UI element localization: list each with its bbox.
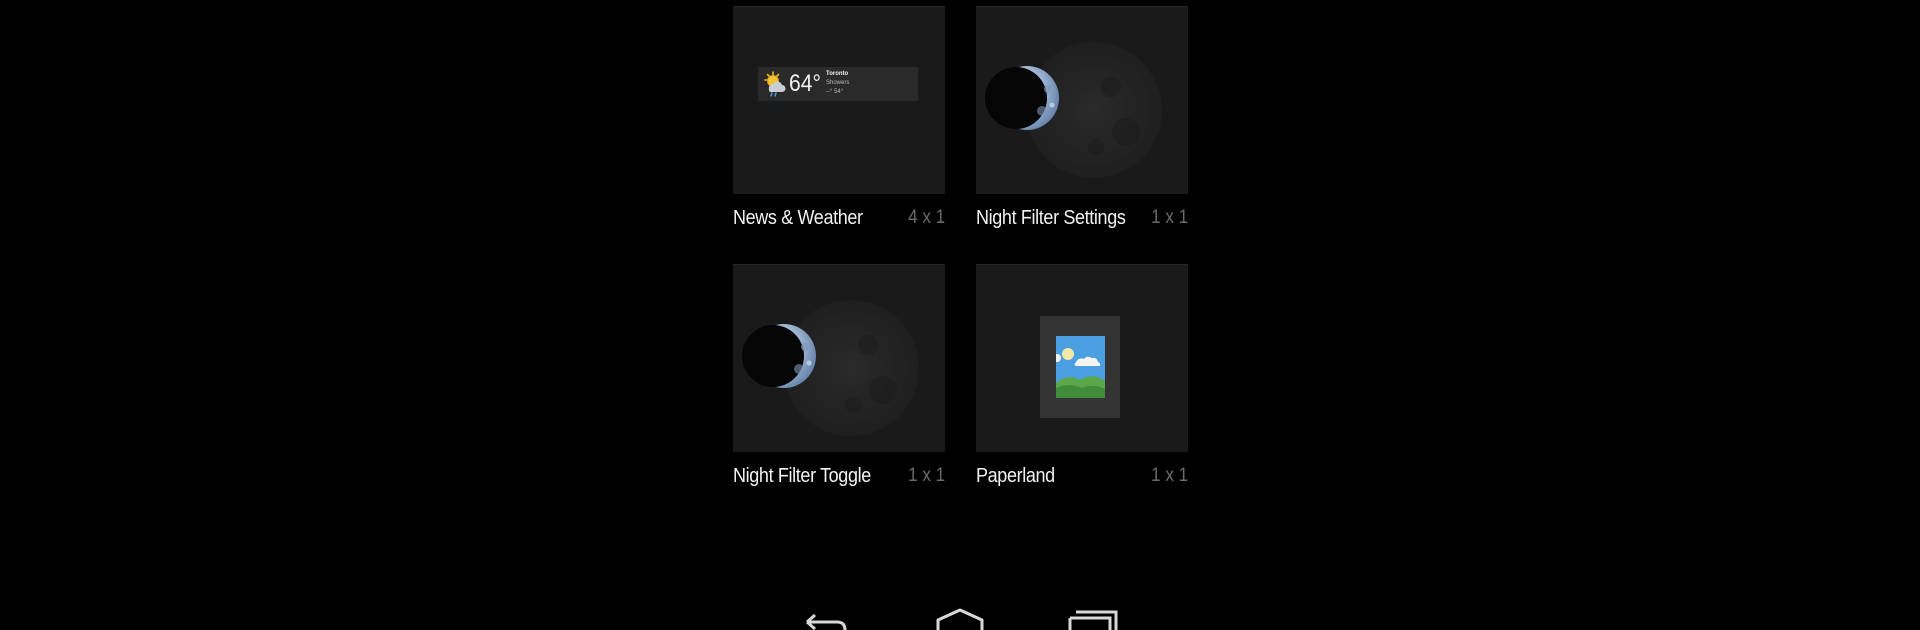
widget-name: Night Filter Settings	[976, 207, 1126, 229]
widget-size: 4 x 1	[907, 207, 945, 228]
back-button[interactable]	[797, 608, 857, 630]
widget-picker-screen: 64° Toronto Showers --° 54° News & Weath…	[0, 0, 1920, 630]
weather-condition: Showers	[826, 80, 850, 86]
home-icon	[936, 608, 984, 630]
widget-name: News & Weather	[733, 207, 863, 229]
moon-icon	[985, 42, 1162, 178]
widget-preview	[976, 264, 1188, 452]
widget-label-row: Night Filter Settings 1 x 1	[976, 207, 1188, 237]
partly-cloudy-rain-icon	[764, 71, 786, 97]
weather-widget-preview: 64° Toronto Showers --° 54°	[758, 67, 918, 101]
widget-preview: 64° Toronto Showers --° 54°	[733, 6, 945, 194]
widget-name: Paperland	[976, 465, 1055, 487]
widget-preview	[733, 264, 945, 452]
back-arrow-icon	[806, 613, 847, 630]
widget-size: 1 x 1	[907, 465, 945, 486]
widget-label-row: Night Filter Toggle 1 x 1	[733, 465, 945, 495]
widget-size: 1 x 1	[1150, 465, 1188, 486]
moon-icon	[742, 300, 919, 436]
landscape-picture-icon	[1056, 336, 1105, 398]
widget-label-row: Paperland 1 x 1	[976, 465, 1188, 495]
recent-apps-button[interactable]	[1062, 608, 1122, 630]
weather-temp-range: --° 54°	[826, 89, 844, 95]
widget-preview	[976, 6, 1188, 194]
widget-name: Night Filter Toggle	[733, 465, 871, 487]
widget-label-row: News & Weather 4 x 1	[733, 207, 945, 237]
weather-temperature: 64°	[789, 70, 821, 97]
recent-apps-icon	[1068, 610, 1118, 630]
widget-item-night-filter-toggle[interactable]: Night Filter Toggle 1 x 1	[733, 264, 945, 492]
weather-city: Toronto	[826, 71, 849, 77]
picture-frame	[1040, 316, 1120, 418]
widget-item-news-weather[interactable]: 64° Toronto Showers --° 54° News & Weath…	[733, 6, 945, 234]
widget-size: 1 x 1	[1150, 207, 1188, 228]
widget-item-paperland[interactable]: Paperland 1 x 1	[976, 264, 1188, 492]
widget-item-night-filter-settings[interactable]: Night Filter Settings 1 x 1	[976, 6, 1188, 234]
home-button[interactable]	[930, 608, 990, 630]
